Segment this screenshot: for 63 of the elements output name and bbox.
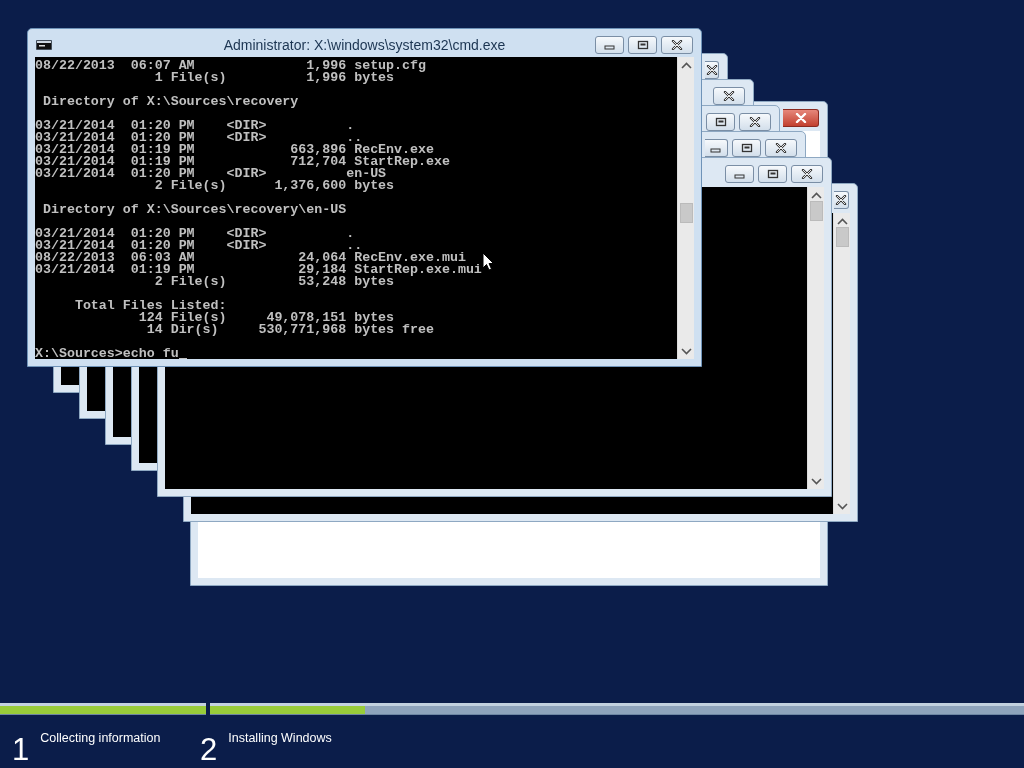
console-line: 2 File(s) 53,248 bytes xyxy=(153,276,395,288)
minimize-button[interactable] xyxy=(705,139,728,157)
scroll-down-icon xyxy=(837,503,848,510)
console-line: Directory of X:\Sources\recovery\en-US xyxy=(41,204,347,216)
console-line: 08/22/2013 06:03 AM 24,064 RecEnv.exe.mui xyxy=(35,252,466,264)
close-icon xyxy=(723,91,735,101)
console-line: 03/21/2014 01:20 PM <DIR> .. xyxy=(35,132,363,144)
step-label: Collecting information xyxy=(40,730,161,747)
close-icon xyxy=(705,65,718,75)
scroll-down-icon xyxy=(681,348,692,355)
close-button[interactable] xyxy=(834,191,849,209)
scrollbar[interactable] xyxy=(807,187,824,489)
scroll-up-icon xyxy=(681,62,692,69)
scrollbar[interactable] xyxy=(833,213,850,514)
close-button[interactable] xyxy=(713,87,745,105)
console-line: 2 File(s) 1,376,600 bytes xyxy=(153,180,395,192)
console-line: 124 File(s) 49,078,151 bytes xyxy=(137,312,395,324)
console-line: Total Files Listed: xyxy=(73,300,227,312)
close-icon xyxy=(835,195,847,205)
window-title: Administrator: X:\windows\system32\cmd.exe xyxy=(223,37,506,53)
console-line: 03/21/2014 01:19 PM 29,184 StartRep.exe.mui xyxy=(35,264,482,276)
scroll-thumb[interactable] xyxy=(810,201,823,221)
close-button[interactable] xyxy=(739,113,771,131)
close-button[interactable] xyxy=(705,61,719,79)
step-label: Installing Windows xyxy=(228,730,332,747)
step-number: 1 xyxy=(12,734,30,765)
close-button[interactable] xyxy=(791,165,823,183)
scroll-up-icon xyxy=(811,192,822,199)
maximize-icon xyxy=(636,40,649,50)
console-line: 03/21/2014 01:19 PM 663,896 RecEnv.exe xyxy=(35,144,434,156)
scroll-down-icon xyxy=(811,478,822,485)
maximize-button[interactable] xyxy=(706,113,735,131)
scroll-up-icon xyxy=(837,218,848,225)
console-line: Directory of X:\Sources\recovery xyxy=(41,96,299,108)
close-icon xyxy=(775,143,787,153)
maximize-button[interactable] xyxy=(732,139,761,157)
console-line: 03/21/2014 01:20 PM <DIR> . xyxy=(35,120,355,132)
scrollbar[interactable] xyxy=(677,57,694,359)
console-line: 03/21/2014 01:20 PM <DIR> en-US xyxy=(35,168,387,180)
command-text: X:\Sources>echo fu xyxy=(35,348,179,359)
scroll-thumb[interactable] xyxy=(680,203,693,223)
maximize-icon xyxy=(766,169,779,179)
close-icon xyxy=(749,117,761,127)
maximize-button[interactable] xyxy=(628,36,657,54)
close-button[interactable] xyxy=(661,36,693,54)
console-line: 08/22/2013 06:07 AM 1,996 setup.cfg xyxy=(35,60,426,72)
console-line: 03/21/2014 01:19 PM 712,704 StartRep.exe xyxy=(35,156,450,168)
console-line: 14 Dir(s) 530,771,968 bytes free xyxy=(145,324,434,336)
console-line: 03/21/2014 01:20 PM <DIR> . xyxy=(35,228,355,240)
maximize-icon xyxy=(740,143,753,153)
console-line: 1 File(s) 1,996 bytes xyxy=(153,72,395,84)
console-line: 03/21/2014 01:20 PM <DIR> .. xyxy=(35,240,363,252)
close-icon xyxy=(801,169,813,179)
close-icon xyxy=(671,40,683,50)
close-icon xyxy=(794,113,807,123)
step-number: 2 xyxy=(200,734,218,765)
scroll-thumb[interactable] xyxy=(836,227,849,247)
close-button[interactable] xyxy=(783,109,819,127)
cursor-icon xyxy=(482,252,494,271)
maximize-icon xyxy=(714,117,727,127)
maximize-button[interactable] xyxy=(758,165,787,183)
console-icon xyxy=(36,40,52,50)
close-button[interactable] xyxy=(765,139,797,157)
